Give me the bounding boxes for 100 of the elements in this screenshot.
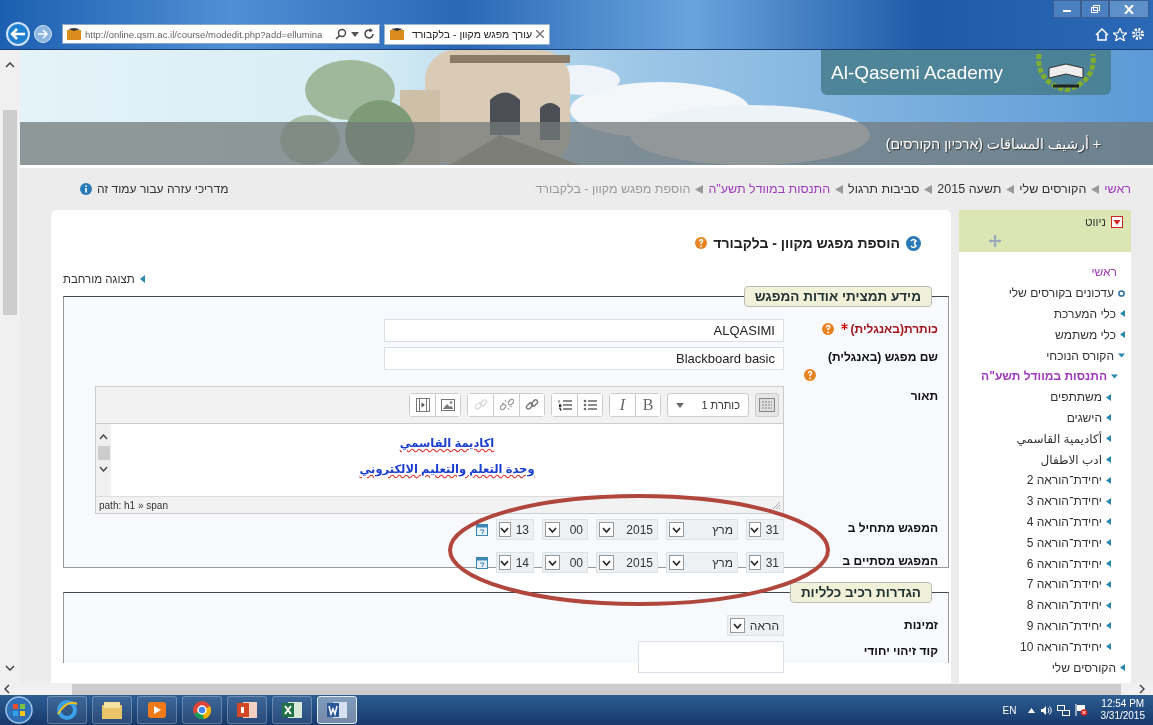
nav-link[interactable]: יחידת־הוראה 10 bbox=[1019, 639, 1102, 654]
bullets-button[interactable] bbox=[577, 393, 603, 417]
expand-link[interactable]: תצוגה מורחבת bbox=[63, 272, 135, 285]
scroll-down-icon[interactable] bbox=[5, 665, 15, 671]
scroll-thumb[interactable] bbox=[97, 446, 110, 460]
scroll-thumb[interactable] bbox=[3, 110, 17, 315]
text-field[interactable]: Blackboard basic bbox=[384, 347, 784, 370]
select-field[interactable]: 13 bbox=[496, 519, 534, 540]
breadcrumb-link[interactable]: ראשי bbox=[1104, 182, 1131, 196]
bold-button[interactable]: B bbox=[635, 393, 661, 417]
archive-link[interactable]: + أرشيف المساقات (ארכיון הקורסים) bbox=[885, 135, 1101, 152]
nav-link[interactable]: יחידת־הוראה 5 bbox=[1026, 535, 1102, 550]
settings-icon[interactable] bbox=[1131, 27, 1145, 41]
close-button[interactable] bbox=[1109, 0, 1149, 18]
arrow-icon bbox=[1106, 580, 1111, 588]
nav-link[interactable]: משתתפים bbox=[1050, 390, 1102, 405]
numbers-button[interactable] bbox=[551, 393, 577, 417]
flag-icon[interactable] bbox=[1074, 704, 1088, 716]
nav-link[interactable]: יחידת־הוראה 2 bbox=[1026, 473, 1102, 488]
nav-link[interactable]: יחידת־הוראה 7 bbox=[1026, 577, 1102, 592]
calendar-icon[interactable] bbox=[476, 556, 488, 569]
resize-handle[interactable] bbox=[772, 500, 781, 510]
select-field[interactable]: 00 bbox=[542, 552, 588, 573]
nav-link[interactable]: הישגים bbox=[1066, 410, 1102, 425]
scroll-right-icon[interactable] bbox=[1139, 684, 1145, 694]
caret-icon[interactable] bbox=[351, 31, 359, 37]
caret-icon[interactable] bbox=[1118, 352, 1125, 360]
nav-link[interactable]: הקורסים שלי bbox=[1051, 660, 1116, 675]
star-icon[interactable] bbox=[1113, 27, 1127, 41]
taskbar-button[interactable] bbox=[317, 696, 357, 724]
select-field[interactable]: 2015 bbox=[596, 552, 658, 573]
clock-date[interactable]: 3/31/2015 bbox=[1100, 710, 1145, 722]
minimize-button[interactable] bbox=[1053, 0, 1081, 18]
select-field[interactable]: 14 bbox=[496, 552, 534, 573]
link-button[interactable] bbox=[519, 393, 545, 417]
nav-link[interactable]: כלי משתמש bbox=[1055, 327, 1116, 342]
image-button[interactable] bbox=[435, 393, 461, 417]
refresh-icon[interactable] bbox=[363, 28, 375, 40]
collapse-icon[interactable] bbox=[1111, 216, 1123, 228]
help-icon[interactable] bbox=[821, 323, 834, 335]
nav-link[interactable]: כלי המערכת bbox=[1053, 307, 1116, 321]
nav-link[interactable]: יחידת־הוראה 8 bbox=[1026, 598, 1102, 613]
select-field[interactable]: 31 bbox=[746, 552, 784, 573]
select-field[interactable]: 2015 bbox=[596, 519, 658, 540]
select-field[interactable]: 00 bbox=[542, 519, 588, 540]
heading-dropdown[interactable]: כותרת 1 bbox=[667, 393, 749, 417]
breadcrumb-link[interactable]: הקורסים שלי bbox=[1019, 182, 1087, 196]
chevron-icon bbox=[749, 522, 761, 537]
nav-link[interactable]: עדכונים בקורסים שלי bbox=[1008, 286, 1114, 301]
caret-icon[interactable] bbox=[1111, 372, 1118, 380]
nav-link[interactable]: ראשי bbox=[1091, 265, 1125, 280]
scroll-up-icon[interactable] bbox=[99, 434, 108, 440]
select-field[interactable]: 31 bbox=[746, 519, 784, 540]
scroll-left-icon[interactable] bbox=[4, 684, 10, 694]
nav-link[interactable]: יחידת־הוראה 4 bbox=[1026, 514, 1102, 529]
breadcrumb-link[interactable]: תשעה 2015 bbox=[937, 182, 1002, 196]
forward-button[interactable] bbox=[34, 25, 52, 43]
nav-link[interactable]: יחידת־הוראה 9 bbox=[1026, 618, 1102, 633]
select-field[interactable]: מרץ bbox=[666, 552, 738, 573]
home-icon[interactable] bbox=[1095, 27, 1109, 41]
calendar-icon[interactable] bbox=[476, 523, 488, 536]
close-icon[interactable] bbox=[536, 30, 544, 38]
text-field[interactable]: ALQASIMI bbox=[384, 319, 784, 342]
tray-arrow-icon[interactable] bbox=[1027, 707, 1035, 713]
section-legend[interactable]: הגדרות רכיב כלליות bbox=[789, 582, 932, 603]
italic-button[interactable]: I bbox=[609, 393, 635, 417]
chevron-icon bbox=[499, 522, 511, 537]
back-button[interactable] bbox=[6, 22, 30, 46]
text-field[interactable] bbox=[638, 641, 784, 673]
scrollbar[interactable] bbox=[96, 424, 111, 496]
section-legend[interactable]: מידע תמציתי אודות המפגש bbox=[743, 286, 932, 307]
search-icon[interactable] bbox=[335, 28, 347, 40]
scroll-down-icon[interactable] bbox=[99, 466, 108, 472]
nav-link[interactable]: ادب الاطفال bbox=[1040, 452, 1102, 467]
help-icon[interactable] bbox=[695, 237, 708, 249]
nav-link[interactable]: יחידת־הוראה 3 bbox=[1026, 494, 1102, 509]
scrollbar[interactable] bbox=[0, 50, 20, 683]
nav-link[interactable]: יחידת־הוראה 6 bbox=[1026, 556, 1102, 571]
nav-link[interactable]: התנסות במוודל תשע"ה bbox=[981, 369, 1107, 384]
toggle-toolbar-button[interactable] bbox=[755, 393, 779, 417]
globe-icon bbox=[55, 699, 79, 721]
language-indicator[interactable]: EN bbox=[1002, 704, 1017, 716]
unlink-button[interactable] bbox=[493, 393, 519, 417]
volume-icon[interactable] bbox=[1039, 704, 1052, 716]
scroll-up-icon[interactable] bbox=[5, 62, 15, 68]
network-icon[interactable] bbox=[1056, 704, 1070, 716]
nav-link[interactable]: أكاديمية القاسمي bbox=[1016, 431, 1102, 446]
breadcrumb-link[interactable]: סביבות תרגול bbox=[848, 182, 920, 196]
media-button[interactable] bbox=[409, 393, 435, 417]
help-link[interactable]: מדריכי עזרה עבור עמוד זה bbox=[97, 182, 229, 196]
help-icon[interactable] bbox=[804, 369, 816, 381]
select-field[interactable]: מרץ bbox=[666, 519, 738, 540]
browser-tab[interactable]: עורך מפגש מקוון - בלקבורד bbox=[384, 23, 550, 45]
start-button[interactable] bbox=[4, 695, 34, 725]
address-field[interactable]: http://online.qsm.ac.il/course/modedit.php?add=ellumina bbox=[62, 24, 380, 44]
select-field[interactable]: הראה bbox=[726, 615, 784, 636]
breadcrumb-link[interactable]: התנסות במוודל תשע"ה bbox=[708, 182, 831, 196]
nav-link[interactable]: הקורס הנוכחי bbox=[1046, 348, 1114, 363]
restore-button[interactable] bbox=[1081, 0, 1109, 18]
clock-time[interactable]: 12:54 PM bbox=[1101, 698, 1145, 710]
